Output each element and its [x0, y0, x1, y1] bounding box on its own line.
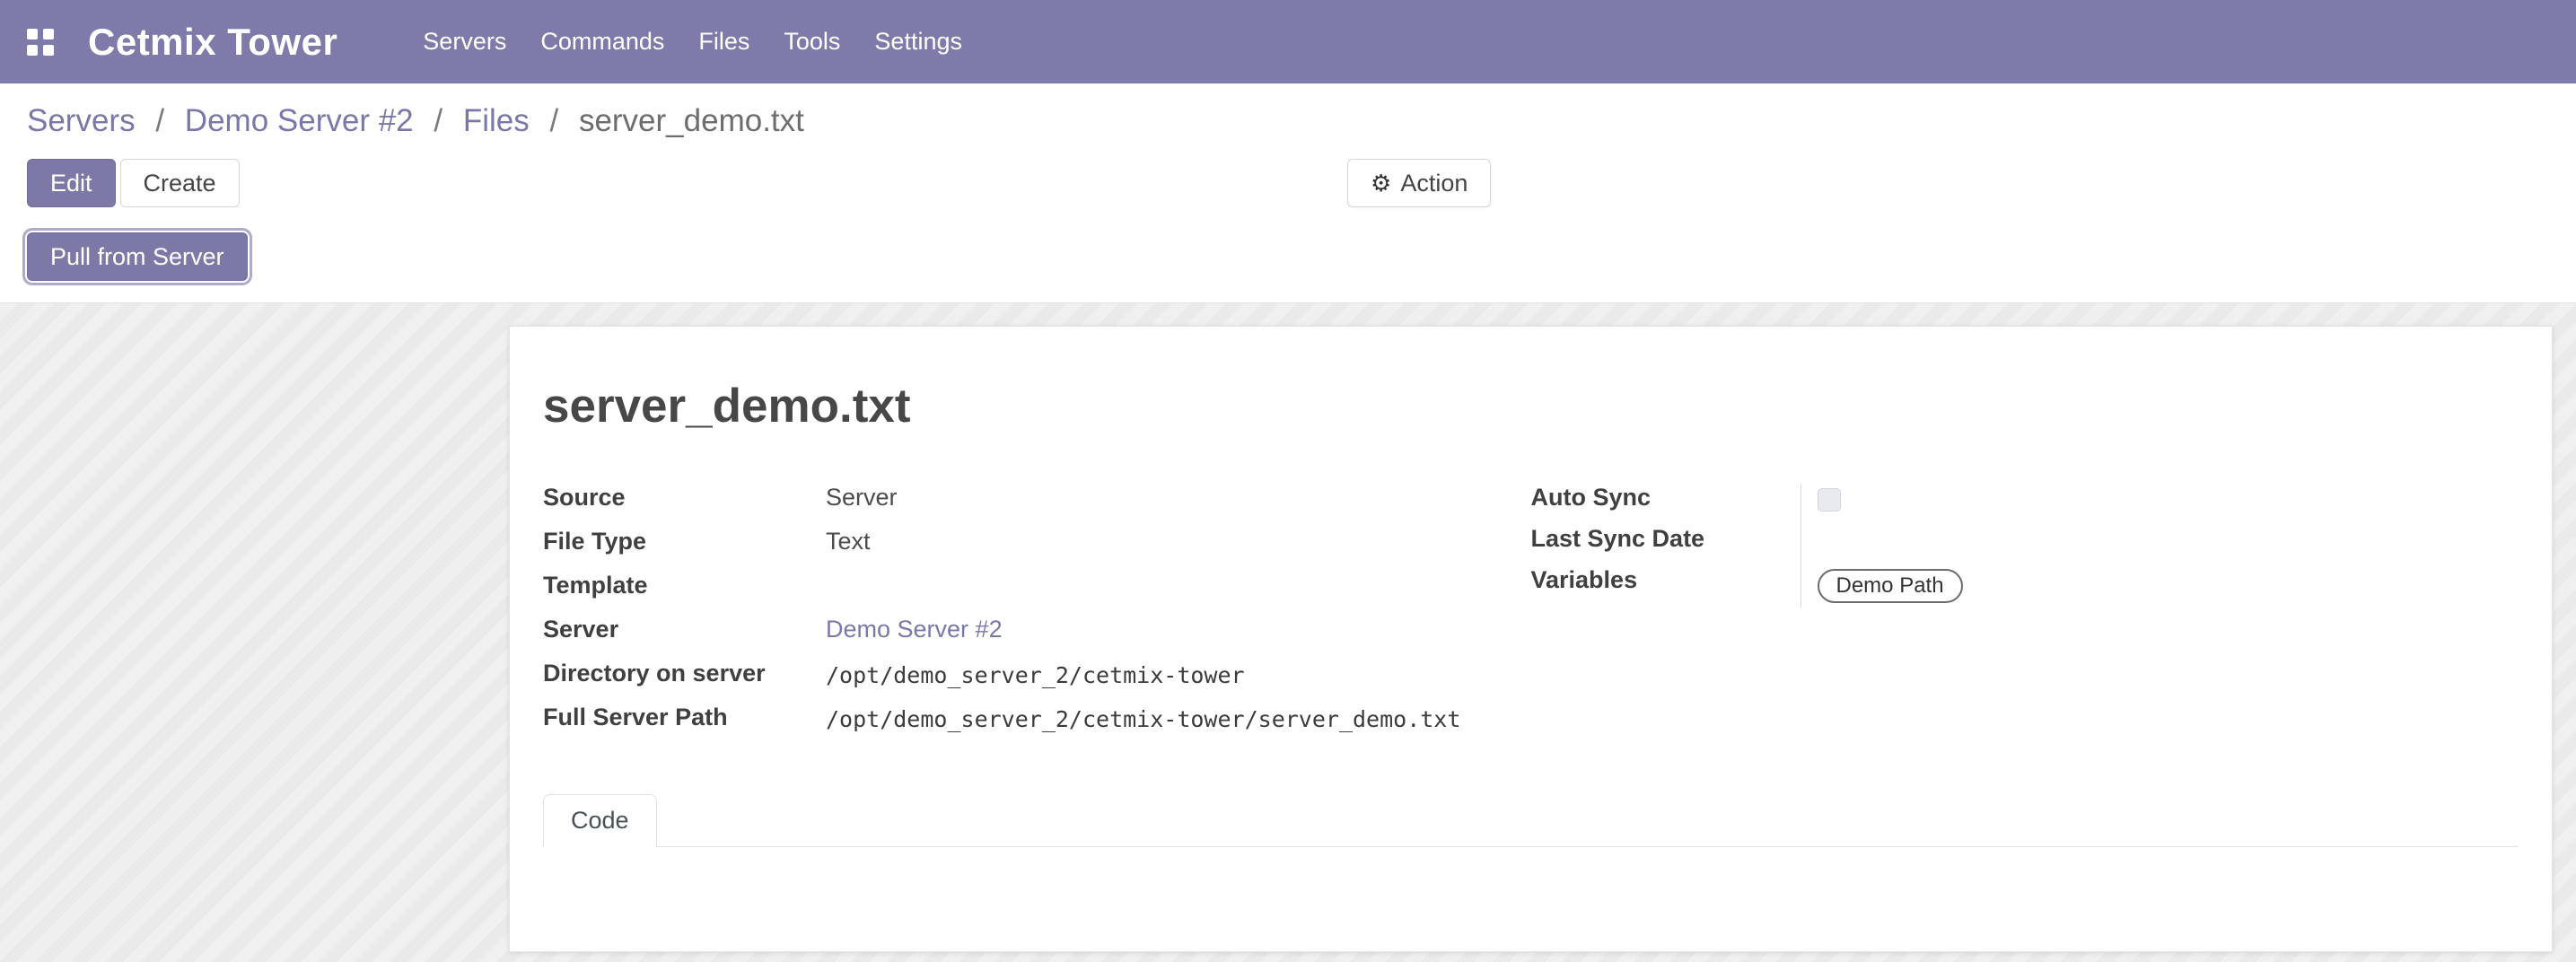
pull-from-server-button[interactable]: Pull from Server — [27, 232, 248, 281]
apps-grid-square — [27, 45, 38, 56]
statusbar: Pull from Server — [27, 232, 2549, 281]
field-label: Full Server Path — [543, 704, 826, 731]
breadcrumb-files[interactable]: Files — [463, 103, 530, 138]
menu-files[interactable]: Files — [681, 28, 767, 56]
field-row-variables: Variables Demo Path — [1531, 566, 2519, 608]
breadcrumb-current: server_demo.txt — [579, 103, 804, 138]
field-row-file-type: File Type Text — [543, 528, 1531, 572]
brand-title[interactable]: Cetmix Tower — [88, 21, 337, 64]
field-label: Source — [543, 484, 826, 512]
apps-grid-square — [43, 45, 54, 56]
action-menu-label: Action — [1400, 168, 1468, 198]
apps-grid-square — [27, 29, 38, 39]
form-sheet: server_demo.txt Source Server File Type … — [509, 326, 2553, 952]
field-value-cell: Demo Path — [1801, 566, 2519, 608]
menu-servers[interactable]: Servers — [406, 28, 523, 56]
field-value-cell — [1801, 484, 2519, 525]
server-record-link[interactable]: Demo Server #2 — [826, 616, 1003, 643]
breadcrumb-separator: / — [155, 103, 164, 138]
field-group-right: Auto Sync Last Sync Date Variables Demo … — [1531, 484, 2519, 748]
field-label: Server — [543, 616, 826, 643]
field-label: Template — [543, 572, 826, 599]
apps-grid-square — [43, 29, 54, 39]
field-row-auto-sync: Auto Sync — [1531, 484, 2519, 525]
field-value-code: /opt/demo_server_2/cetmix-tower — [826, 660, 1245, 688]
form-view-background: server_demo.txt Source Server File Type … — [0, 303, 2576, 962]
field-value-cell — [1801, 525, 2519, 566]
breadcrumb-separator: / — [434, 103, 442, 138]
field-row-directory: Directory on server /opt/demo_server_2/c… — [543, 660, 1531, 704]
tab-code[interactable]: Code — [543, 794, 657, 847]
field-label: Last Sync Date — [1531, 525, 1801, 553]
edit-create-group: Edit Create — [27, 159, 240, 207]
variable-tag: Demo Path — [1818, 569, 1963, 603]
edit-button[interactable]: Edit — [27, 159, 116, 207]
breadcrumb-separator: / — [549, 103, 558, 138]
auto-sync-checkbox[interactable] — [1818, 488, 1841, 512]
record-title: server_demo.txt — [543, 379, 2519, 433]
menu-tools[interactable]: Tools — [767, 28, 857, 56]
field-label: Auto Sync — [1531, 484, 1801, 512]
apps-menu-icon[interactable] — [27, 29, 54, 56]
breadcrumb: Servers / Demo Server #2 / Files / serve… — [27, 96, 2549, 155]
notebook-tabs: Code — [543, 794, 2519, 847]
field-groups: Source Server File Type Text Template Se… — [543, 484, 2519, 748]
action-menu-button[interactable]: ⚙ Action — [1347, 159, 1491, 207]
menu-commands[interactable]: Commands — [523, 28, 681, 56]
field-group-left: Source Server File Type Text Template Se… — [543, 484, 1531, 748]
field-label: Variables — [1531, 566, 1801, 594]
field-row-server: Server Demo Server #2 — [543, 616, 1531, 660]
field-row-source: Source Server — [543, 484, 1531, 528]
main-menu: Servers Commands Files Tools Settings — [406, 28, 979, 56]
breadcrumb-demo-server[interactable]: Demo Server #2 — [185, 103, 414, 138]
field-row-full-path: Full Server Path /opt/demo_server_2/cetm… — [543, 704, 1531, 748]
top-navbar: Cetmix Tower Servers Commands Files Tool… — [0, 0, 2576, 83]
field-row-template: Template — [543, 572, 1531, 616]
breadcrumb-servers[interactable]: Servers — [27, 103, 136, 138]
tab-code-content — [543, 847, 2519, 948]
field-label: Directory on server — [543, 660, 826, 687]
create-button[interactable]: Create — [120, 159, 240, 207]
menu-settings[interactable]: Settings — [857, 28, 979, 56]
gear-icon: ⚙ — [1371, 171, 1391, 195]
field-row-last-sync-date: Last Sync Date — [1531, 525, 2519, 566]
field-value-code: /opt/demo_server_2/cetmix-tower/server_d… — [826, 704, 1460, 732]
control-panel: Servers / Demo Server #2 / Files / serve… — [0, 83, 2576, 303]
control-panel-buttons: Edit Create ⚙ Action — [27, 159, 2549, 209]
field-value: Text — [826, 528, 871, 555]
field-label: File Type — [543, 528, 826, 555]
field-value: Server — [826, 484, 898, 512]
